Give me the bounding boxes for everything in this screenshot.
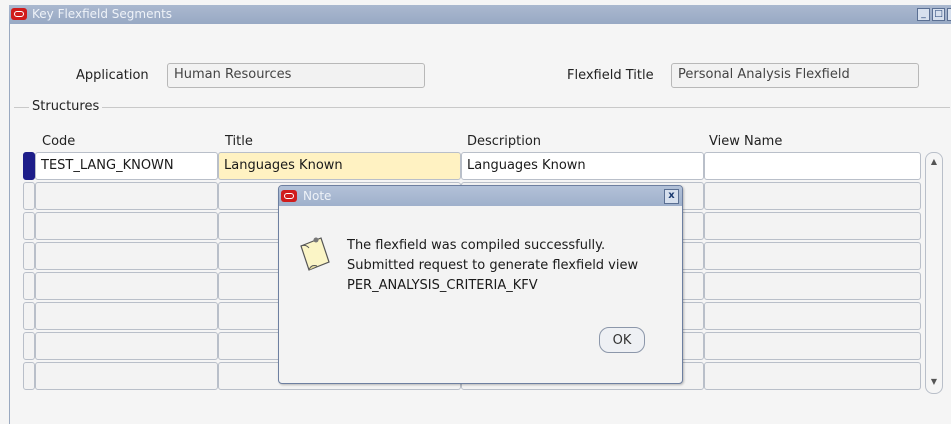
scroll-up-icon[interactable]: ▲ [929,157,939,166]
table-scrollbar[interactable]: ▲ ▼ [925,152,943,394]
message-line: PER_ANALYSIS_CRITERIA_KFV [347,278,538,293]
application-label: Application [76,68,149,83]
maximize-button[interactable]: □ [932,8,945,21]
empty-cell[interactable] [704,332,921,360]
title-cell[interactable]: Languages Known [218,152,461,180]
ok-button[interactable]: OK [599,327,645,353]
empty-cell[interactable] [35,212,218,240]
row-selector[interactable] [23,242,35,270]
application-field[interactable]: Human Resources [167,63,425,88]
description-cell[interactable]: Languages Known [461,152,704,180]
empty-cell[interactable] [704,242,921,270]
empty-cell[interactable] [35,362,218,390]
row-selector[interactable] [23,182,35,210]
row-selector[interactable] [23,332,35,360]
empty-cell[interactable] [704,182,921,210]
minimize-button[interactable]: _ [917,8,930,21]
empty-cell[interactable] [704,362,921,390]
structures-label: Structures [29,99,103,114]
flexfield-title-label: Flexfield Title [567,68,654,83]
structures-group-divider [14,107,950,108]
window-title: Key Flexfield Segments [32,7,173,21]
row-selector[interactable] [23,302,35,330]
dialog-close-button[interactable]: x [664,189,679,204]
empty-cell[interactable] [35,302,218,330]
empty-cell[interactable] [704,272,921,300]
row-selector[interactable] [23,212,35,240]
message-line: The flexfield was compiled successfully. [347,238,606,253]
oracle-logo-icon [11,8,27,20]
row-selector[interactable] [23,152,35,180]
window-border [9,24,10,424]
key-flexfield-segments-window: Key Flexfield Segments _ □ x Application… [0,0,951,424]
row-selector[interactable] [23,362,35,390]
empty-cell[interactable] [704,302,921,330]
row-selector[interactable] [23,272,35,300]
flexfield-title-field[interactable]: Personal Analysis Flexfield [671,63,919,88]
note-icon [300,237,330,271]
dialog-title: Note [303,189,332,203]
empty-cell[interactable] [35,182,218,210]
column-header-title: Title [225,134,253,149]
note-dialog: Note x The flexfield was compiled succes… [278,185,683,384]
column-header-description: Description [467,134,542,149]
empty-cell[interactable] [704,212,921,240]
column-header-code: Code [42,134,76,149]
empty-cell[interactable] [35,242,218,270]
empty-cell[interactable] [35,332,218,360]
view-name-cell[interactable] [704,152,921,180]
oracle-logo-icon [281,190,297,202]
code-cell[interactable]: TEST_LANG_KNOWN [35,152,218,180]
close-button[interactable]: x [947,8,951,21]
title-bar: Key Flexfield Segments _ □ x [9,5,951,24]
message-line: Submitted request to generate flexfield … [347,258,639,273]
dialog-title-bar: Note x [279,186,682,206]
empty-cell[interactable] [35,272,218,300]
dialog-message: The flexfield was compiled successfully.… [347,236,638,296]
scroll-down-icon[interactable]: ▼ [929,377,939,386]
column-header-view-name: View Name [709,134,783,149]
